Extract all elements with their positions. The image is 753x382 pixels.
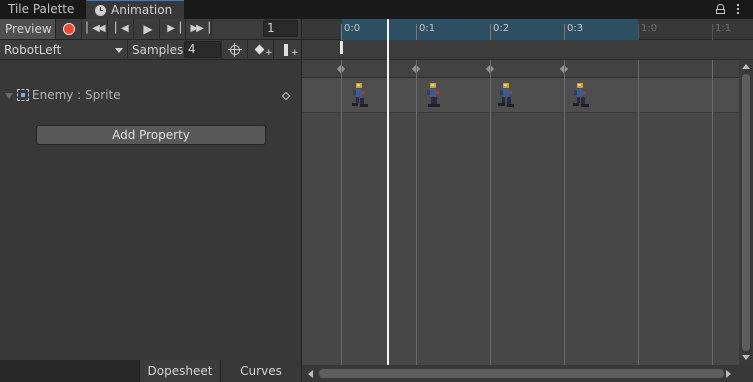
ruler-label: 1:0 — [641, 23, 658, 34]
frame-gridline — [638, 60, 639, 365]
scroll-down-icon[interactable] — [742, 355, 750, 360]
animation-event-marker[interactable] — [340, 41, 343, 54]
frame-gridline — [341, 60, 342, 365]
record-button[interactable] — [56, 19, 82, 39]
first-keyframe-button[interactable]: ▏◀◀ — [82, 19, 108, 39]
samples-field[interactable]: 4 — [184, 41, 221, 58]
expand-arrow-icon[interactable] — [5, 93, 13, 99]
ruler-label: 0:3 — [567, 23, 584, 34]
next-keyframe-button[interactable]: ▶▕ — [160, 19, 186, 39]
clock-icon — [95, 5, 106, 16]
current-frame-field[interactable]: 1 — [263, 20, 298, 37]
previous-keyframe-button[interactable]: ▏◀ — [108, 19, 134, 39]
scroll-up-icon[interactable] — [742, 64, 750, 69]
sprite-keyframe-track — [302, 78, 753, 113]
ruler-tick — [341, 24, 342, 40]
clip-selector[interactable]: RobotLeft — [0, 40, 128, 60]
plus-icon: + — [265, 48, 273, 58]
view-mode-tabs: Dopesheet Curves — [0, 360, 301, 382]
record-icon — [63, 23, 75, 35]
step-back-icon: ▏◀ — [115, 23, 128, 34]
lock-icon[interactable] — [716, 4, 725, 14]
add-property-button[interactable]: Add Property — [36, 125, 266, 145]
clip-toolbar: RobotLeft Samples 4 + + — [0, 40, 301, 60]
ruler-label: 0:2 — [493, 23, 510, 34]
ruler-tick — [416, 24, 417, 40]
more-options-icon[interactable] — [735, 3, 741, 16]
skip-to-start-icon: ▏◀◀ — [86, 23, 105, 34]
summary-keyframe-track — [302, 60, 753, 78]
filter-by-selection-button[interactable] — [221, 40, 247, 60]
ruler-label: 1:1 — [715, 23, 732, 34]
step-forward-icon: ▶▕ — [167, 23, 180, 34]
crosshair-icon — [228, 43, 242, 57]
preview-toggle[interactable]: Preview — [0, 19, 56, 39]
frame-gridline — [712, 60, 713, 365]
last-keyframe-button[interactable]: ▶▶▕ — [186, 19, 212, 39]
horizontal-scroll-thumb[interactable] — [319, 369, 724, 378]
ruler-tick — [712, 24, 713, 40]
ruler-label: 0:1 — [419, 23, 436, 34]
add-event-button[interactable]: + — [273, 40, 299, 60]
animation-hierarchy-panel: Preview ▏◀◀ ▏◀ ▶ ▶▕ ▶▶▕ 1 RobotLeft Samp… — [0, 19, 301, 382]
vertical-scroll-thumb[interactable] — [742, 74, 750, 351]
samples-label: Samples — [132, 43, 184, 57]
horizontal-scrollbar[interactable] — [302, 365, 753, 382]
frame-gridline — [416, 60, 417, 365]
playhead[interactable] — [387, 19, 389, 365]
property-row-enemy-sprite[interactable]: Enemy : Sprite — [0, 77, 301, 115]
add-keyframe-icon — [254, 44, 265, 55]
tab-animation-label: Animation — [111, 3, 173, 17]
frame-gridline — [564, 60, 565, 365]
ruler-tick — [638, 24, 639, 40]
tab-tile-palette[interactable]: Tile Palette — [0, 0, 86, 19]
dopesheet-timeline[interactable]: 0:0 0:1 0:2 0:3 1:0 1:1 — [301, 19, 753, 382]
add-keyframe-button[interactable]: + — [247, 40, 273, 60]
scroll-left-icon[interactable] — [308, 370, 313, 378]
scroll-right-icon[interactable] — [726, 370, 731, 378]
window-tab-bar: Tile Palette Animation — [0, 0, 753, 19]
ruler-tick — [564, 24, 565, 40]
keyframe-toggle-icon[interactable] — [281, 91, 291, 101]
plus-icon: + — [291, 48, 299, 58]
property-label: Enemy : Sprite — [32, 88, 121, 102]
sprite-renderer-icon — [17, 89, 29, 101]
sprite-keyframe-thumbnail[interactable] — [421, 82, 445, 110]
frame-gridline — [490, 60, 491, 365]
play-button[interactable]: ▶ — [134, 19, 160, 39]
sprite-keyframe-thumbnail[interactable] — [568, 82, 592, 110]
tab-curves[interactable]: Curves — [221, 360, 301, 382]
tab-dopesheet[interactable]: Dopesheet — [139, 360, 221, 382]
time-ruler[interactable]: 0:0 0:1 0:2 0:3 1:0 1:1 — [302, 19, 753, 40]
tab-animation[interactable]: Animation — [86, 0, 184, 19]
event-track[interactable] — [302, 40, 753, 60]
ruler-tick — [490, 24, 491, 40]
vertical-scrollbar[interactable] — [739, 60, 753, 365]
playback-toolbar: Preview ▏◀◀ ▏◀ ▶ ▶▕ ▶▶▕ 1 — [0, 19, 301, 40]
ruler-label: 0:0 — [344, 23, 361, 34]
play-icon: ▶ — [143, 22, 152, 36]
sprite-keyframe-thumbnail[interactable] — [347, 82, 371, 110]
skip-to-end-icon: ▶▶▕ — [190, 23, 209, 34]
clip-name: RobotLeft — [4, 43, 62, 57]
add-event-icon — [284, 44, 288, 56]
sprite-keyframe-thumbnail[interactable] — [494, 82, 518, 110]
chevron-down-icon — [115, 48, 123, 53]
